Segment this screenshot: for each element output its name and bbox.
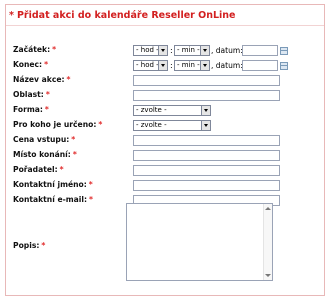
- calendar-icon[interactable]: [280, 62, 288, 70]
- datum-label: , datum:: [211, 46, 243, 55]
- time-colon: :: [170, 61, 173, 70]
- row-cena: Cena vstupu: *: [13, 135, 323, 149]
- prokoho-select[interactable]: - zvolte -: [133, 120, 211, 131]
- form-title: * Přidat akci do kalendáře Reseller OnLin…: [9, 10, 236, 21]
- row-zacatek: Začátek: * - hod - : - min - , datum:: [13, 45, 323, 59]
- label-zacatek: Začátek: *: [13, 45, 57, 54]
- label-forma: Forma: *: [13, 105, 49, 114]
- label-konec: Konec: *: [13, 60, 49, 69]
- chevron-down-icon: [201, 106, 210, 115]
- calendar-icon[interactable]: [280, 47, 288, 55]
- kontaktni-jmeno-input[interactable]: [133, 180, 280, 191]
- label-nazev: Název akce: *: [13, 75, 71, 84]
- chevron-down-icon: [158, 46, 167, 55]
- datum-label: , datum:: [211, 61, 243, 70]
- popis-scrollbar[interactable]: [263, 204, 272, 280]
- konec-date-input[interactable]: [242, 60, 278, 71]
- misto-input[interactable]: [133, 150, 280, 161]
- row-oblast: Oblast: *: [13, 90, 323, 104]
- row-konec: Konec: * - hod - : - min - , datum:: [13, 60, 323, 74]
- zacatek-date-input[interactable]: [242, 45, 278, 56]
- nazev-input[interactable]: [133, 75, 280, 86]
- poradatel-input[interactable]: [133, 165, 280, 176]
- label-popis: Popis: *: [13, 241, 46, 250]
- chevron-down-icon: [158, 61, 167, 70]
- row-misto: Místo konání: *: [13, 150, 323, 164]
- arrow-up-icon[interactable]: [265, 207, 271, 210]
- time-colon: :: [170, 46, 173, 55]
- add-event-form: * Přidat akci do kalendáře Reseller OnLin…: [5, 4, 325, 296]
- chevron-down-icon: [201, 121, 210, 130]
- chevron-down-icon: [200, 61, 209, 70]
- cena-input[interactable]: [133, 135, 280, 146]
- label-prokoho: Pro koho je určeno: *: [13, 120, 103, 129]
- zacatek-minute-select[interactable]: - min -: [174, 45, 210, 56]
- label-poradatel: Pořadatel: *: [13, 165, 64, 174]
- konec-minute-select[interactable]: - min -: [174, 60, 210, 71]
- row-popis: Popis: *: [13, 241, 133, 255]
- label-misto: Místo konání: *: [13, 150, 77, 159]
- row-kontaktni-jmeno: Kontaktní jméno: *: [13, 180, 323, 194]
- row-poradatel: Pořadatel: *: [13, 165, 323, 179]
- row-forma: Forma: * - zvolte -: [13, 105, 323, 119]
- zacatek-hour-select[interactable]: - hod -: [133, 45, 168, 56]
- label-kontaktni-jmeno: Kontaktní jméno: *: [13, 180, 93, 189]
- title-star-icon: *: [9, 10, 14, 21]
- label-cena: Cena vstupu: *: [13, 135, 76, 144]
- chevron-down-icon: [200, 46, 209, 55]
- popis-textarea[interactable]: [126, 203, 273, 281]
- label-kontaktni-email: Kontaktní e-mail: *: [13, 195, 94, 204]
- label-oblast: Oblast: *: [13, 90, 50, 99]
- title-divider: [6, 25, 324, 26]
- row-prokoho: Pro koho je určeno: * - zvolte -: [13, 120, 323, 134]
- oblast-input[interactable]: [133, 90, 280, 101]
- row-nazev: Název akce: *: [13, 75, 323, 89]
- konec-hour-select[interactable]: - hod -: [133, 60, 168, 71]
- forma-select[interactable]: - zvolte -: [133, 105, 211, 116]
